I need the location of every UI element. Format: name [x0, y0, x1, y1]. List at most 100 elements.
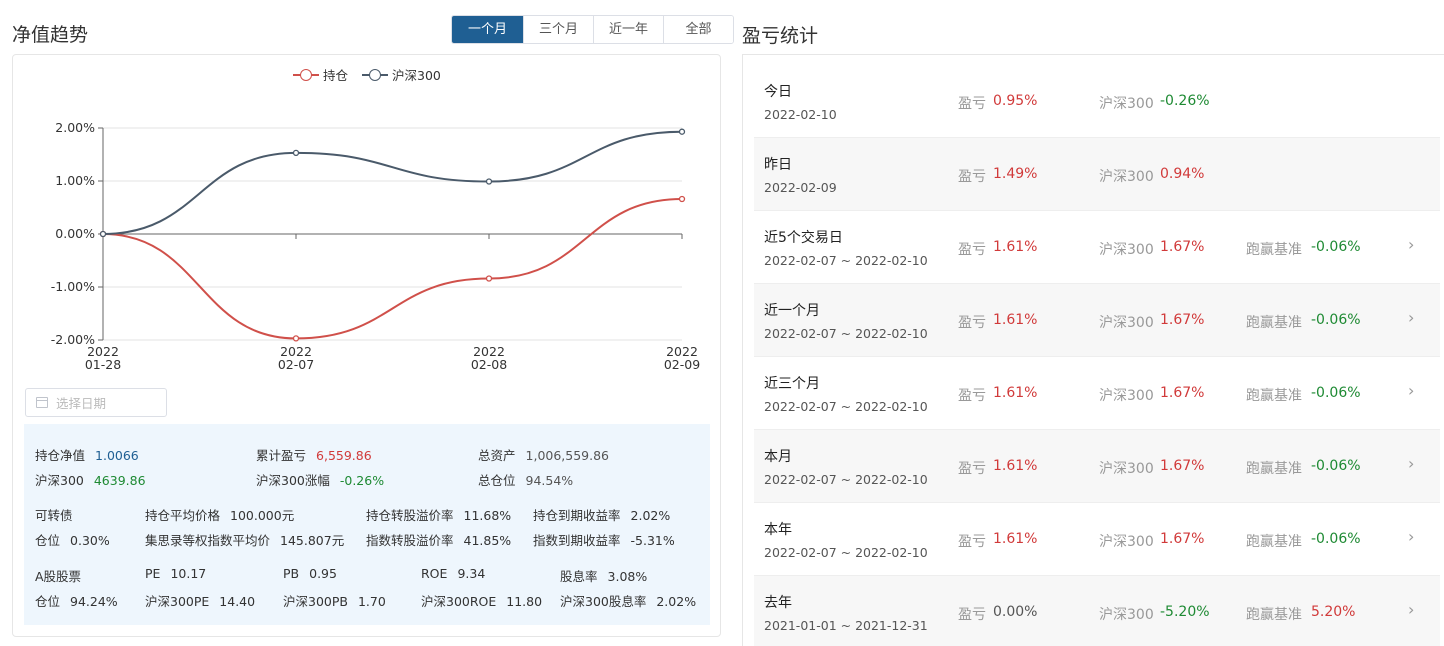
chevron-right-icon[interactable]: › — [1408, 529, 1417, 545]
hs300-label: 沪深300 — [1099, 169, 1154, 185]
bond-stat: 持仓转股溢价率 11.68% — [366, 508, 512, 523]
y-tick-label: 1.00% — [55, 173, 95, 188]
stock-stat: 沪深300PB 1.70 — [283, 594, 386, 609]
stats-summary: 持仓净值 1.0066 累计盈亏 6,559.86 总资产 1,006,559.86 … — [24, 424, 710, 625]
row-date-range: 2022-02-07 ~ 2022-02-10 — [764, 472, 928, 487]
hs300-label: 沪深300 — [1099, 461, 1154, 477]
data-point — [678, 195, 686, 203]
data-point — [99, 230, 107, 238]
stock-stat: PE 10.17 — [145, 566, 207, 581]
benchmark-label: 跑赢基准 — [1246, 461, 1302, 477]
pl-row[interactable]: 近5个交易日 2022-02-07 ~ 2022-02-10 盈亏 1.61% 沪深30… — [754, 211, 1440, 284]
stat-cumulative-pl: 累计盈亏 6,559.86 — [256, 448, 372, 463]
net-value-panel: 持仓 沪深300 2.00% 1.00% 0.00% -1.00% -2.00% 2022… — [12, 54, 721, 637]
bond-position: 仓位 0.30% — [35, 533, 110, 548]
stat-hs300-change: 沪深300涨幅 -0.26% — [256, 473, 385, 488]
hs300-value: 1.67% — [1160, 239, 1205, 255]
row-date-range: 2022-02-07 ~ 2022-02-10 — [764, 399, 928, 414]
row-date-range: 2022-02-07 ~ 2022-02-10 — [764, 253, 928, 268]
benchmark-label: 跑赢基准 — [1246, 607, 1302, 623]
series-line-0 — [102, 198, 683, 340]
stat-hs300: 沪深300 4639.86 — [35, 473, 146, 488]
benchmark-value: -0.06% — [1311, 312, 1361, 328]
bond-stat: 指数转股溢价率 41.85% — [366, 533, 512, 548]
series-line-1 — [102, 130, 683, 235]
chevron-right-icon[interactable]: › — [1408, 383, 1417, 399]
pl-row: 今日 2022-02-10 盈亏 0.95% 沪深300 -0.26% — [754, 65, 1440, 138]
bond-title: 可转债 — [35, 508, 73, 523]
y-tick-label: 0.00% — [55, 226, 95, 241]
hs300-value: 1.67% — [1160, 385, 1205, 401]
tab-all[interactable]: 全部 — [663, 16, 733, 43]
y-tick-label: 2.00% — [55, 120, 95, 135]
benchmark-value: -0.06% — [1311, 531, 1361, 547]
row-period-name: 本年 — [764, 522, 792, 538]
stat-total-assets: 总资产 1,006,559.86 — [478, 448, 610, 463]
bond-stat: 集思录等权指数平均价 145.807元 — [145, 533, 345, 548]
row-date-range: 2022-02-09 — [764, 180, 837, 195]
row-period-name: 近一个月 — [764, 303, 820, 319]
data-point — [485, 178, 493, 185]
stock-stat: 沪深300ROE 11.80 — [421, 594, 543, 609]
chevron-right-icon[interactable]: › — [1408, 602, 1417, 618]
date-picker-input[interactable]: 选择日期 — [25, 388, 167, 417]
pl-row[interactable]: 近一个月 2022-02-07 ~ 2022-02-10 盈亏 1.61% 沪深300 1… — [754, 284, 1440, 357]
pl-label: 盈亏 — [958, 388, 986, 404]
x-tick-label: 02-08 — [471, 357, 507, 372]
bond-stat: 持仓平均价格 100.000元 — [145, 508, 295, 523]
benchmark-label: 跑赢基准 — [1246, 388, 1302, 404]
pl-stats-panel: 今日 2022-02-10 盈亏 0.95% 沪深300 -0.26% 昨日 2022-02-… — [742, 54, 1444, 646]
date-placeholder: 选择日期 — [56, 396, 107, 411]
chevron-right-icon[interactable]: › — [1408, 237, 1417, 253]
benchmark-label: 跑赢基准 — [1246, 315, 1302, 331]
stock-stat: 股息率 3.08% — [560, 569, 648, 584]
benchmark-value: 5.20% — [1311, 604, 1356, 620]
y-tick-label: -1.00% — [51, 279, 95, 294]
hs300-value: 1.67% — [1160, 458, 1205, 474]
hs300-label: 沪深300 — [1099, 607, 1154, 623]
x-tick-label: 02-07 — [278, 357, 314, 372]
stat-holding-nav: 持仓净值 1.0066 — [35, 448, 139, 463]
pl-row[interactable]: 近三个月 2022-02-07 ~ 2022-02-10 盈亏 1.61% 沪深300 1… — [754, 357, 1440, 430]
pl-label: 盈亏 — [958, 96, 986, 112]
row-date-range: 2022-02-07 ~ 2022-02-10 — [764, 326, 928, 341]
data-point — [485, 275, 493, 282]
tab-one-year[interactable]: 近一年 — [593, 16, 663, 43]
pl-stats-title: 盈亏统计 — [742, 25, 819, 47]
row-period-name: 近三个月 — [764, 376, 820, 392]
hs300-value: 1.67% — [1160, 531, 1205, 547]
pl-label: 盈亏 — [958, 169, 986, 185]
pl-label: 盈亏 — [958, 461, 986, 477]
stock-stat: PB 0.95 — [283, 566, 337, 581]
hs300-label: 沪深300 — [1099, 242, 1154, 258]
row-period-name: 昨日 — [764, 157, 792, 173]
chevron-right-icon[interactable]: › — [1408, 310, 1417, 326]
hs300-value: 1.67% — [1160, 312, 1205, 328]
page-title: 净值趋势 — [12, 24, 89, 46]
pl-value: 1.49% — [993, 166, 1038, 182]
tab-three-months[interactable]: 三个月 — [523, 16, 593, 43]
pl-value: 1.61% — [993, 385, 1038, 401]
pl-value: 1.61% — [993, 458, 1038, 474]
pl-row[interactable]: 本月 2022-02-07 ~ 2022-02-10 盈亏 1.61% 沪深300 1.6… — [754, 430, 1440, 503]
x-tick-label: 02-09 — [664, 357, 700, 372]
hs300-value: -0.26% — [1160, 93, 1210, 109]
pl-row[interactable]: 本年 2022-02-07 ~ 2022-02-10 盈亏 1.61% 沪深300 1.6… — [754, 503, 1440, 576]
stock-position: 仓位 94.24% — [35, 594, 118, 609]
benchmark-value: -0.06% — [1311, 239, 1361, 255]
stock-stat: 沪深300股息率 2.02% — [560, 594, 697, 609]
stat-total-position: 总仓位 94.54% — [478, 473, 574, 488]
hs300-value: 0.94% — [1160, 166, 1205, 182]
pl-row[interactable]: 去年 2021-01-01 ~ 2021-12-31 盈亏 0.00% 沪深300 -5.… — [754, 576, 1440, 646]
data-point — [678, 128, 686, 135]
benchmark-label: 跑赢基准 — [1246, 242, 1302, 258]
bond-stat: 持仓到期收益率 2.02% — [533, 508, 671, 523]
hs300-label: 沪深300 — [1099, 96, 1154, 112]
chevron-right-icon[interactable]: › — [1408, 456, 1417, 472]
hs300-value: -5.20% — [1160, 604, 1210, 620]
pl-label: 盈亏 — [958, 607, 986, 623]
net-value-chart: 2.00%1.00%0.00%-1.00%-2.00%202201-282022… — [51, 120, 700, 372]
benchmark-value: -0.06% — [1311, 458, 1361, 474]
tab-one-month[interactable]: 一个月 — [452, 16, 523, 43]
hs300-label: 沪深300 — [1099, 315, 1154, 331]
